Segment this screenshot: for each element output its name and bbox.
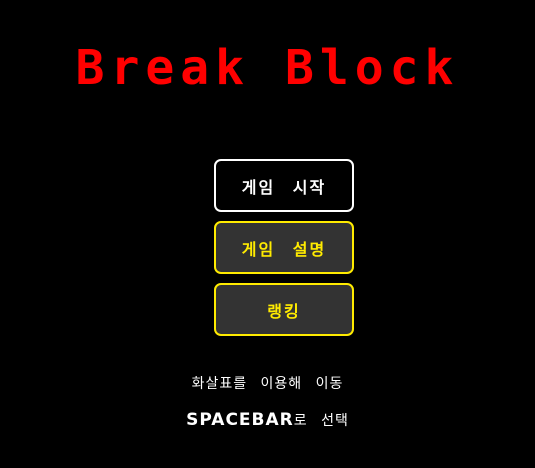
select-hint-text: 로 선택 <box>293 413 349 429</box>
ranking-button[interactable]: 랭킹 <box>214 283 354 336</box>
move-hint: 화살표를 이용해 이동 <box>0 373 535 393</box>
game-title-text: Break Block <box>75 40 460 96</box>
game-title: Break Block <box>0 38 535 98</box>
select-hint: SPACEBAR로 선택 <box>0 410 535 430</box>
start-game-button[interactable]: 게임 시작 <box>214 159 354 212</box>
game-instructions-label: 게임 설명 <box>241 239 327 259</box>
spacebar-key-label: SPACEBAR <box>186 410 294 430</box>
ranking-label: 랭킹 <box>267 301 301 321</box>
start-game-label: 게임 시작 <box>241 177 327 197</box>
move-hint-text: 화살표를 이용해 이동 <box>191 376 344 392</box>
main-menu: 게임 시작 게임 설명 랭킹 <box>214 159 354 345</box>
game-instructions-button[interactable]: 게임 설명 <box>214 221 354 274</box>
